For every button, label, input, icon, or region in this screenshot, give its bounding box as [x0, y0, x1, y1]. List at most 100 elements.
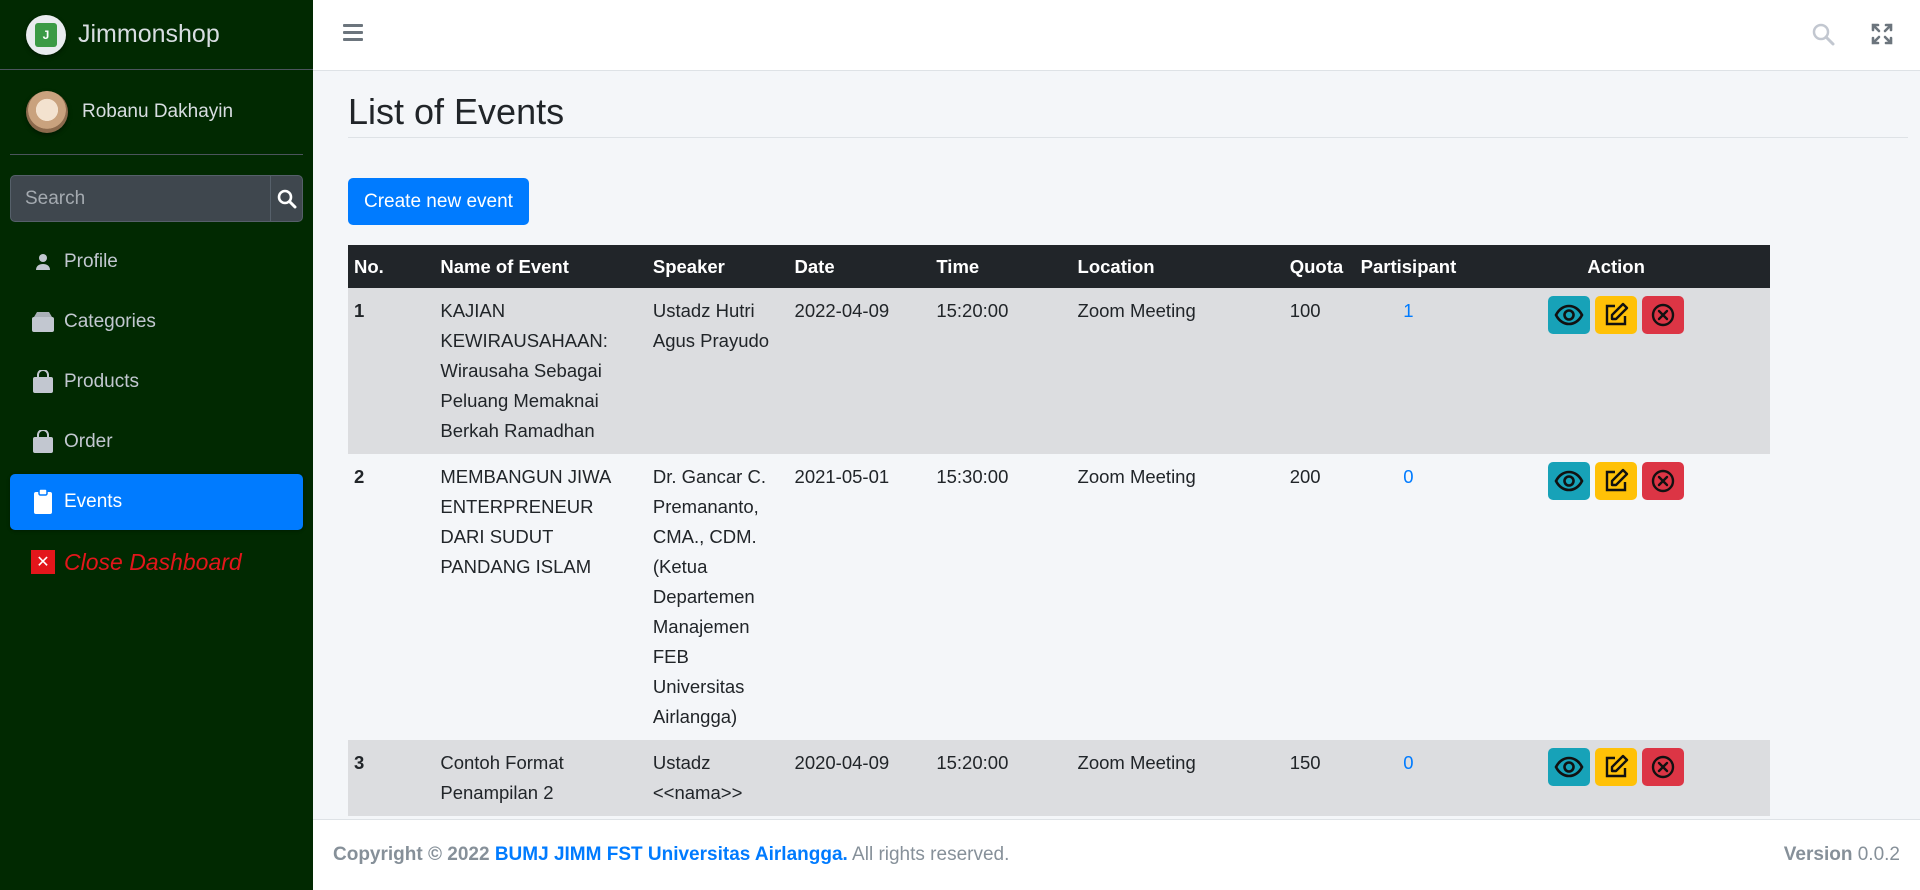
delete-button[interactable] [1642, 748, 1685, 786]
sidebar-item-categories[interactable]: Categories [10, 294, 303, 350]
column-header: Name of Event [434, 245, 647, 288]
cell-quota: 100 [1289, 300, 1321, 321]
cell-date: 2020-04-09 [794, 752, 890, 773]
cell-no: 2 [354, 466, 365, 487]
brand-logo-bag: J [35, 22, 57, 47]
events-table: No. Name of Event Speaker Date Time Loca… [348, 245, 1770, 816]
delete-button[interactable] [1642, 462, 1685, 500]
cell-time: 15:20:00 [936, 752, 1009, 773]
column-header: Time [930, 245, 1072, 288]
main-footer: Copyright © 2022 BUMJ JIMM FST Universit… [313, 819, 1920, 890]
bag-icon [30, 370, 56, 394]
cell-no: 3 [354, 752, 365, 773]
cell-date: 2021-05-01 [794, 466, 890, 487]
sidebar-item-label: Products [64, 371, 139, 392]
column-header: Partisipant [1354, 245, 1463, 288]
column-header: Quota [1283, 245, 1355, 288]
main-sidebar: J Jimmonshop Robanu Dakhayin Profile Cat… [0, 0, 313, 890]
cell-event-name: KAJIAN KEWIRAUSAHAAN: Wirausaha Sebagai … [440, 300, 608, 441]
sidebar-search [10, 175, 303, 222]
bag-icon [30, 430, 56, 454]
delete-button[interactable] [1642, 296, 1685, 334]
user-avatar [26, 91, 68, 133]
edit-button[interactable] [1595, 462, 1638, 500]
sidebar-item-label: Categories [64, 311, 156, 332]
cell-location: Zoom Meeting [1077, 466, 1196, 487]
cell-speaker: Dr. Gancar C. Premananto, CMA., CDM. (Ke… [652, 466, 766, 727]
view-button[interactable] [1548, 296, 1591, 334]
content-wrapper: List of Events Create new event No. Name… [348, 71, 1908, 816]
cell-actions [1462, 740, 1770, 816]
sidebar-nav: Profile Categories Products Order Events [10, 234, 303, 590]
sidebar-item-label: Order [64, 431, 113, 452]
create-event-button[interactable]: Create new event [348, 178, 529, 225]
navbar-search-icon[interactable] [1811, 22, 1835, 51]
table-header-row: No. Name of Event Speaker Date Time Loca… [348, 245, 1770, 288]
cell-speaker: Ustadz Hutri Agus Prayudo [652, 300, 770, 351]
fullscreen-icon[interactable] [1870, 22, 1894, 51]
column-header: Location [1071, 245, 1284, 288]
cell-event-name: Contoh Format Penampilan 2 [440, 752, 564, 803]
brand-name: Jimmonshop [78, 20, 220, 48]
close-circle-icon [1651, 755, 1675, 779]
cell-time: 15:30:00 [936, 466, 1009, 487]
box-icon [30, 311, 56, 333]
edit-icon [1605, 302, 1629, 326]
menu-toggle-icon[interactable] [343, 24, 363, 45]
close-box-icon: ✕ [30, 550, 56, 574]
participant-link[interactable]: 0 [1355, 454, 1463, 740]
cell-speaker: Ustadz <<nama>> [652, 752, 743, 803]
cell-date: 2022-04-09 [794, 300, 890, 321]
eye-icon [1554, 470, 1584, 492]
sidebar-item-profile[interactable]: Profile [10, 234, 303, 290]
sidebar-search-button[interactable] [270, 175, 303, 222]
sidebar-item-products[interactable]: Products [10, 354, 303, 410]
column-header: No. [348, 245, 435, 288]
eye-icon [1554, 756, 1584, 778]
brand-logo: J [26, 14, 66, 55]
cell-event-name: MEMBANGUN JIWA ENTERPRENEUR DARI SUDUT P… [440, 466, 611, 577]
cell-time: 15:20:00 [936, 300, 1009, 321]
search-icon [277, 189, 296, 208]
view-button[interactable] [1548, 748, 1591, 786]
cell-actions [1462, 454, 1770, 740]
top-navbar [313, 0, 1920, 71]
sidebar-search-input[interactable] [10, 175, 270, 222]
page-title: List of Events [348, 91, 1908, 138]
person-icon [30, 253, 56, 271]
brand-link[interactable]: J Jimmonshop [0, 0, 313, 70]
version-number: 0.0.2 [1857, 844, 1900, 865]
version-info: Version 0.0.2 [1784, 844, 1900, 866]
cell-quota: 150 [1289, 752, 1321, 773]
clipboard-icon [30, 489, 56, 515]
close-dashboard-link[interactable]: ✕ Close Dashboard [10, 534, 303, 590]
copyright: Copyright © 2022 BUMJ JIMM FST Universit… [333, 844, 1009, 866]
copyright-prefix: Copyright © 2022 [333, 844, 490, 865]
sidebar-item-events[interactable]: Events [10, 474, 303, 530]
close-circle-icon [1651, 469, 1675, 493]
edit-button[interactable] [1595, 296, 1638, 334]
edit-icon [1605, 754, 1629, 778]
column-header: Action [1462, 245, 1770, 288]
participant-link[interactable]: 0 [1355, 740, 1463, 816]
sidebar-item-label: Events [64, 491, 123, 512]
sidebar-item-label: Profile [64, 251, 118, 272]
eye-icon [1554, 304, 1584, 326]
participant-link[interactable]: 1 [1355, 288, 1463, 454]
cell-location: Zoom Meeting [1077, 300, 1196, 321]
close-dashboard-label: Close Dashboard [64, 548, 242, 575]
edit-button[interactable] [1595, 748, 1638, 786]
table-row: 2 MEMBANGUN JIWA ENTERPRENEUR DARI SUDUT… [348, 454, 1770, 740]
column-header: Date [788, 245, 931, 288]
view-button[interactable] [1548, 462, 1591, 500]
edit-icon [1605, 468, 1629, 492]
version-label: Version [1783, 844, 1853, 865]
cell-quota: 200 [1289, 466, 1321, 487]
org-link[interactable]: BUMJ JIMM FST Universitas Airlangga. [495, 844, 848, 865]
cell-actions [1462, 288, 1770, 454]
column-header: Speaker [646, 245, 789, 288]
table-row: 1 KAJIAN KEWIRAUSAHAAN: Wirausaha Sebaga… [348, 288, 1770, 454]
sidebar-item-order[interactable]: Order [10, 414, 303, 470]
rights-text: All rights reserved. [852, 844, 1010, 865]
user-name[interactable]: Robanu Dakhayin [82, 101, 233, 123]
